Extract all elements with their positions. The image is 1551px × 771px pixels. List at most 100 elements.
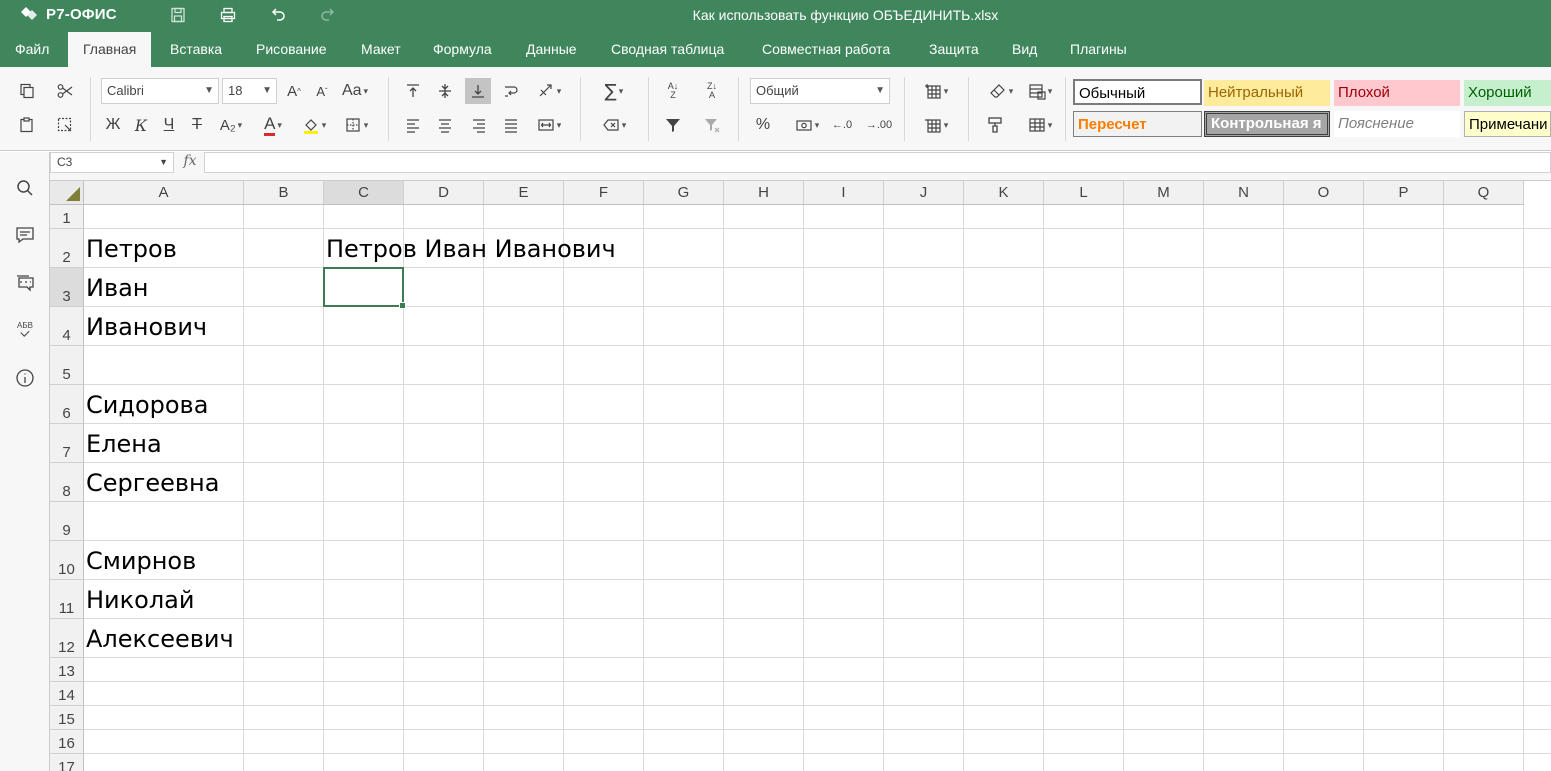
style-bad[interactable]: Плохой — [1334, 80, 1460, 106]
insert-cells-icon[interactable]: ▾ — [918, 79, 954, 103]
column-header-g[interactable]: G — [644, 181, 724, 205]
delete-cells-icon[interactable]: ▾ — [918, 113, 954, 137]
cell-a8[interactable]: Сергеевна — [86, 469, 219, 497]
currency-icon[interactable]: ▾ — [788, 113, 826, 137]
row-header-10[interactable]: 10 — [50, 541, 84, 580]
column-header-k[interactable]: K — [964, 181, 1044, 205]
column-header-c[interactable]: C — [324, 181, 404, 205]
row-header-13[interactable]: 13 — [50, 658, 84, 682]
style-good[interactable]: Хороший — [1464, 80, 1551, 106]
insert-function-button[interactable]: fx — [177, 153, 203, 173]
tab-pivot-table[interactable]: Сводная таблица — [596, 32, 739, 67]
cell-a10[interactable]: Смирнов — [86, 547, 196, 575]
spreadsheet-grid[interactable]: A B C D E F G H I J K L M N O P Q 1 2 3 4 5 6 7 8 9 10 11 12 13 14 15 16… — [50, 181, 1551, 771]
column-header-p[interactable]: P — [1364, 181, 1444, 205]
cell-a12[interactable]: Алексеевич — [86, 625, 234, 653]
column-header-h[interactable]: H — [724, 181, 804, 205]
bold-button[interactable]: Ж — [103, 113, 123, 137]
row-header-5[interactable]: 5 — [50, 346, 84, 385]
cell-a2[interactable]: Петров — [86, 235, 177, 263]
align-right-icon[interactable] — [467, 113, 491, 137]
row-header-12[interactable]: 12 — [50, 619, 84, 658]
sort-descending-icon[interactable]: Z↓ A — [700, 79, 724, 103]
strikethrough-button[interactable]: Т — [187, 113, 207, 137]
conditional-format-icon[interactable]: ▾ — [1022, 79, 1058, 103]
align-left-icon[interactable] — [401, 113, 425, 137]
column-header-l[interactable]: L — [1044, 181, 1124, 205]
cell-a4[interactable]: Иванович — [86, 313, 207, 341]
style-explanatory[interactable]: Пояснение — [1334, 111, 1460, 137]
tab-draw[interactable]: Рисование — [241, 32, 342, 67]
italic-button[interactable]: К — [131, 113, 151, 137]
tab-insert[interactable]: Вставка — [155, 32, 237, 67]
row-header-9[interactable]: 9 — [50, 502, 84, 541]
change-case-button[interactable]: Aa ▾ — [337, 79, 373, 103]
fill-color-button[interactable]: ▾ — [296, 113, 332, 137]
sum-icon[interactable]: ∑ ▾ — [596, 79, 632, 103]
column-header-o[interactable]: O — [1284, 181, 1364, 205]
number-format-select[interactable]: Общий ▼ — [750, 78, 890, 104]
style-calculation[interactable]: Пересчет — [1073, 111, 1202, 137]
tab-protection[interactable]: Защита — [914, 32, 994, 67]
justify-icon[interactable] — [499, 113, 523, 137]
tab-collaboration[interactable]: Совместная работа — [747, 32, 905, 67]
cell-c2[interactable]: Петров Иван Иванович — [326, 235, 616, 263]
style-normal[interactable]: Обычный — [1073, 79, 1202, 105]
row-header-2[interactable]: 2 — [50, 229, 84, 268]
format-as-table-icon[interactable]: ▾ — [1020, 113, 1060, 137]
cell-a11[interactable]: Николай — [86, 586, 194, 614]
font-name-select[interactable]: Calibri ▼ — [101, 78, 219, 104]
wrap-text-icon[interactable] — [499, 79, 523, 103]
column-header-i[interactable]: I — [804, 181, 884, 205]
decrease-decimal-button[interactable]: ← .0 — [830, 113, 854, 137]
cell-a6[interactable]: Сидорова — [86, 391, 208, 419]
select-all-corner[interactable] — [50, 181, 84, 205]
font-color-button[interactable]: A ▾ — [255, 113, 291, 137]
format-painter-icon[interactable] — [983, 113, 1007, 137]
formula-input[interactable] — [204, 152, 1551, 173]
style-note[interactable]: Примечани — [1464, 111, 1551, 137]
tab-data[interactable]: Данные — [511, 32, 592, 67]
subscript-button[interactable]: A₂ ▾ — [214, 113, 248, 137]
underline-button[interactable]: Ч — [159, 113, 179, 137]
cell-a3[interactable]: Иван — [86, 274, 149, 302]
active-cell-selection[interactable] — [323, 267, 406, 309]
name-box[interactable]: C3 ▼ — [50, 152, 174, 173]
row-header-7[interactable]: 7 — [50, 424, 84, 463]
search-icon[interactable] — [14, 177, 36, 199]
row-header-6[interactable]: 6 — [50, 385, 84, 424]
column-header-j[interactable]: J — [884, 181, 964, 205]
align-middle-icon[interactable] — [433, 79, 457, 103]
row-header-8[interactable]: 8 — [50, 463, 84, 502]
tab-plugins[interactable]: Плагины — [1055, 32, 1142, 67]
row-header-16[interactable]: 16 — [50, 730, 84, 754]
decrease-font-button[interactable]: Aˇ — [311, 79, 333, 103]
increase-decimal-button[interactable]: → .00 — [866, 113, 892, 137]
tab-home[interactable]: Главная — [68, 32, 152, 67]
tab-view[interactable]: Вид — [997, 32, 1052, 67]
filter-icon[interactable] — [661, 113, 685, 137]
column-header-a[interactable]: A — [84, 181, 244, 205]
align-bottom-icon[interactable] — [465, 78, 491, 104]
row-header-17[interactable]: 17 — [50, 754, 84, 771]
spellcheck-icon[interactable]: АБВ — [14, 318, 36, 340]
column-header-m[interactable]: M — [1124, 181, 1204, 205]
row-header-15[interactable]: 15 — [50, 706, 84, 730]
tab-formula[interactable]: Формула — [418, 32, 507, 67]
row-header-3[interactable]: 3 — [50, 268, 84, 307]
chat-icon[interactable] — [14, 272, 36, 294]
row-header-11[interactable]: 11 — [50, 580, 84, 619]
font-size-select[interactable]: 18 ▼ — [222, 78, 277, 104]
style-neutral[interactable]: Нейтральный — [1204, 80, 1330, 106]
row-header-14[interactable]: 14 — [50, 682, 84, 706]
column-header-f[interactable]: F — [564, 181, 644, 205]
sort-ascending-icon[interactable]: A↓ Z — [661, 79, 685, 103]
row-header-1[interactable]: 1 — [50, 205, 84, 229]
borders-button[interactable]: ▾ — [338, 113, 374, 137]
percent-button[interactable]: % — [752, 113, 774, 137]
cell-a7[interactable]: Елена — [86, 430, 162, 458]
column-header-e[interactable]: E — [484, 181, 564, 205]
column-header-b[interactable]: B — [244, 181, 324, 205]
align-top-icon[interactable] — [401, 79, 425, 103]
tab-file[interactable]: Файл — [0, 32, 64, 67]
